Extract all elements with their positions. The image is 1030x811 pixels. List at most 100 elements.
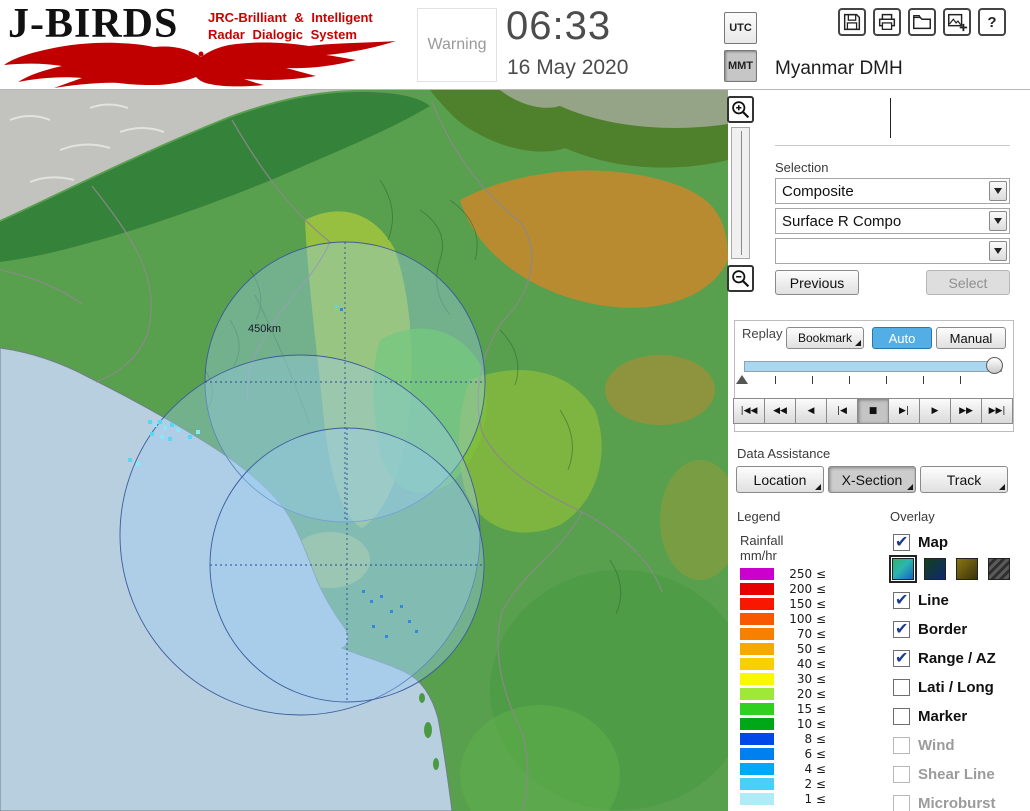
mmt-button[interactable]: MMT — [724, 50, 757, 82]
chevron-down-icon[interactable] — [989, 181, 1007, 201]
print-icon — [878, 13, 896, 30]
save-button[interactable] — [838, 8, 866, 36]
legend-value: 200 ≤ — [789, 581, 826, 596]
timeline-start-marker — [736, 375, 748, 384]
overlay-item-lati-long[interactable]: Lati / Long — [893, 675, 994, 699]
overlay-item-microburst: Microburst — [893, 791, 996, 811]
legend-swatch — [740, 732, 774, 745]
skip-to-end-button[interactable]: ▶▶| — [981, 398, 1013, 424]
chevron-down-icon[interactable] — [989, 211, 1007, 231]
auto-mode-button[interactable]: Auto — [872, 327, 932, 349]
radar-map-canvas[interactable]: 450km — [0, 90, 728, 811]
map-style-swatch-2[interactable] — [924, 558, 946, 580]
overlay-item-label: Map — [918, 533, 948, 551]
print-button[interactable] — [873, 8, 901, 36]
overlay-item-map[interactable]: Map — [893, 530, 948, 554]
help-icon: ? — [987, 13, 997, 31]
map-style-swatch-4[interactable] — [988, 558, 1010, 580]
fast-rewind-button[interactable]: ◀◀ — [764, 398, 796, 424]
data-assistance-label: Data Assistance — [737, 446, 831, 461]
export-image-button[interactable] — [943, 8, 971, 36]
track-button[interactable]: Track — [920, 466, 1008, 493]
combo-value: Surface R Compo — [782, 212, 902, 230]
step-back-button[interactable]: |◀ — [826, 398, 858, 424]
overlay-item-label: Microburst — [918, 794, 996, 811]
legend-swatch — [740, 582, 774, 595]
export-image-icon — [948, 13, 968, 32]
overlay-item-label: Line — [918, 591, 949, 609]
map-style-swatch-1[interactable] — [889, 555, 917, 583]
timeline-thumb[interactable] — [986, 357, 1003, 374]
checkbox[interactable] — [893, 678, 910, 696]
skip-to-start-button[interactable]: |◀◀ — [733, 398, 765, 424]
legend-value: 4 ≤ — [804, 761, 826, 776]
overlay-item-line[interactable]: Line — [893, 588, 949, 612]
zoom-in-icon — [732, 101, 750, 119]
checkbox — [893, 765, 910, 783]
legend-swatch — [740, 717, 774, 730]
play-backward-button[interactable]: ◀ — [795, 398, 827, 424]
combo-data-type[interactable]: Composite — [775, 178, 1010, 204]
timeline-tick — [775, 376, 776, 384]
checkbox[interactable] — [893, 532, 910, 551]
step-forward-button[interactable]: ▶| — [888, 398, 920, 424]
combo-product[interactable]: Surface R Compo — [775, 208, 1010, 234]
warning-indicator[interactable]: Warning — [417, 8, 497, 82]
checkbox[interactable] — [893, 707, 910, 725]
overlay-item-shear-line: Shear Line — [893, 762, 995, 786]
stop-button[interactable]: ■ — [857, 398, 889, 424]
play-button[interactable]: ▶ — [919, 398, 951, 424]
overlay-item-marker[interactable]: Marker — [893, 704, 967, 728]
rainfall-legend: 250 ≤ 200 ≤ 150 ≤ 100 ≤ 70 ≤ 50 ≤ 40 ≤ 3… — [740, 566, 826, 806]
legend-value: 8 ≤ — [804, 731, 826, 746]
zoom-out-button[interactable] — [727, 265, 754, 292]
replay-timeline[interactable] — [744, 361, 1002, 372]
manual-mode-button[interactable]: Manual — [936, 327, 1006, 349]
zoom-slider[interactable] — [731, 127, 750, 259]
save-icon — [843, 13, 861, 31]
checkbox — [893, 794, 910, 811]
legend-swatch — [740, 792, 774, 805]
legend-value: 150 ≤ — [789, 596, 826, 611]
x-section-button[interactable]: X-Section — [828, 466, 916, 493]
overlay-item-range-az[interactable]: Range / AZ — [893, 646, 996, 670]
timeline-tick — [886, 376, 887, 384]
combo-extra[interactable] — [775, 238, 1010, 264]
warning-label: Warning — [427, 36, 487, 53]
legend-swatch — [740, 627, 774, 640]
map-style-swatch-3[interactable] — [956, 558, 978, 580]
select-button[interactable]: Select — [926, 270, 1010, 295]
map-style-picker — [889, 555, 1010, 583]
eagle-logo-icon — [4, 41, 396, 88]
topographic-map: 450km — [0, 90, 728, 811]
transport-controls: |◀◀ ◀◀ ◀ |◀ ■ ▶| ▶ ▶▶ ▶▶| — [733, 398, 1013, 424]
legend-swatch — [740, 762, 774, 775]
checkbox[interactable] — [893, 648, 910, 667]
checkbox — [893, 736, 910, 754]
overlay-item-border[interactable]: Border — [893, 617, 967, 641]
checkbox[interactable] — [893, 590, 910, 609]
legend-value: 250 ≤ — [789, 566, 826, 581]
utc-button[interactable]: UTC — [724, 12, 757, 44]
chevron-down-icon[interactable] — [989, 241, 1007, 261]
bookmark-button[interactable]: Bookmark — [786, 327, 864, 349]
location-button[interactable]: Location — [736, 466, 824, 493]
zoom-in-button[interactable] — [727, 96, 754, 123]
legend-value: 15 ≤ — [796, 701, 826, 716]
legend-value: 30 ≤ — [796, 671, 826, 686]
legend-unit-1: Rainfall — [740, 533, 784, 548]
open-file-button[interactable] — [908, 8, 936, 36]
station-name: Myanmar DMH — [775, 58, 903, 79]
legend-unit-2: mm/hr — [740, 548, 777, 563]
help-button[interactable]: ? — [978, 8, 1006, 36]
checkbox[interactable] — [893, 619, 910, 638]
legend-swatch — [740, 657, 774, 670]
selection-info-box[interactable] — [775, 92, 1010, 146]
overlay-item-label: Lati / Long — [918, 678, 994, 696]
previous-button[interactable]: Previous — [775, 270, 859, 295]
clock-time: 06:33 — [506, 4, 612, 48]
fast-forward-button[interactable]: ▶▶ — [950, 398, 982, 424]
legend-value: 2 ≤ — [804, 776, 826, 791]
legend-swatch — [740, 642, 774, 655]
overlay-item-label: Marker — [918, 707, 968, 725]
